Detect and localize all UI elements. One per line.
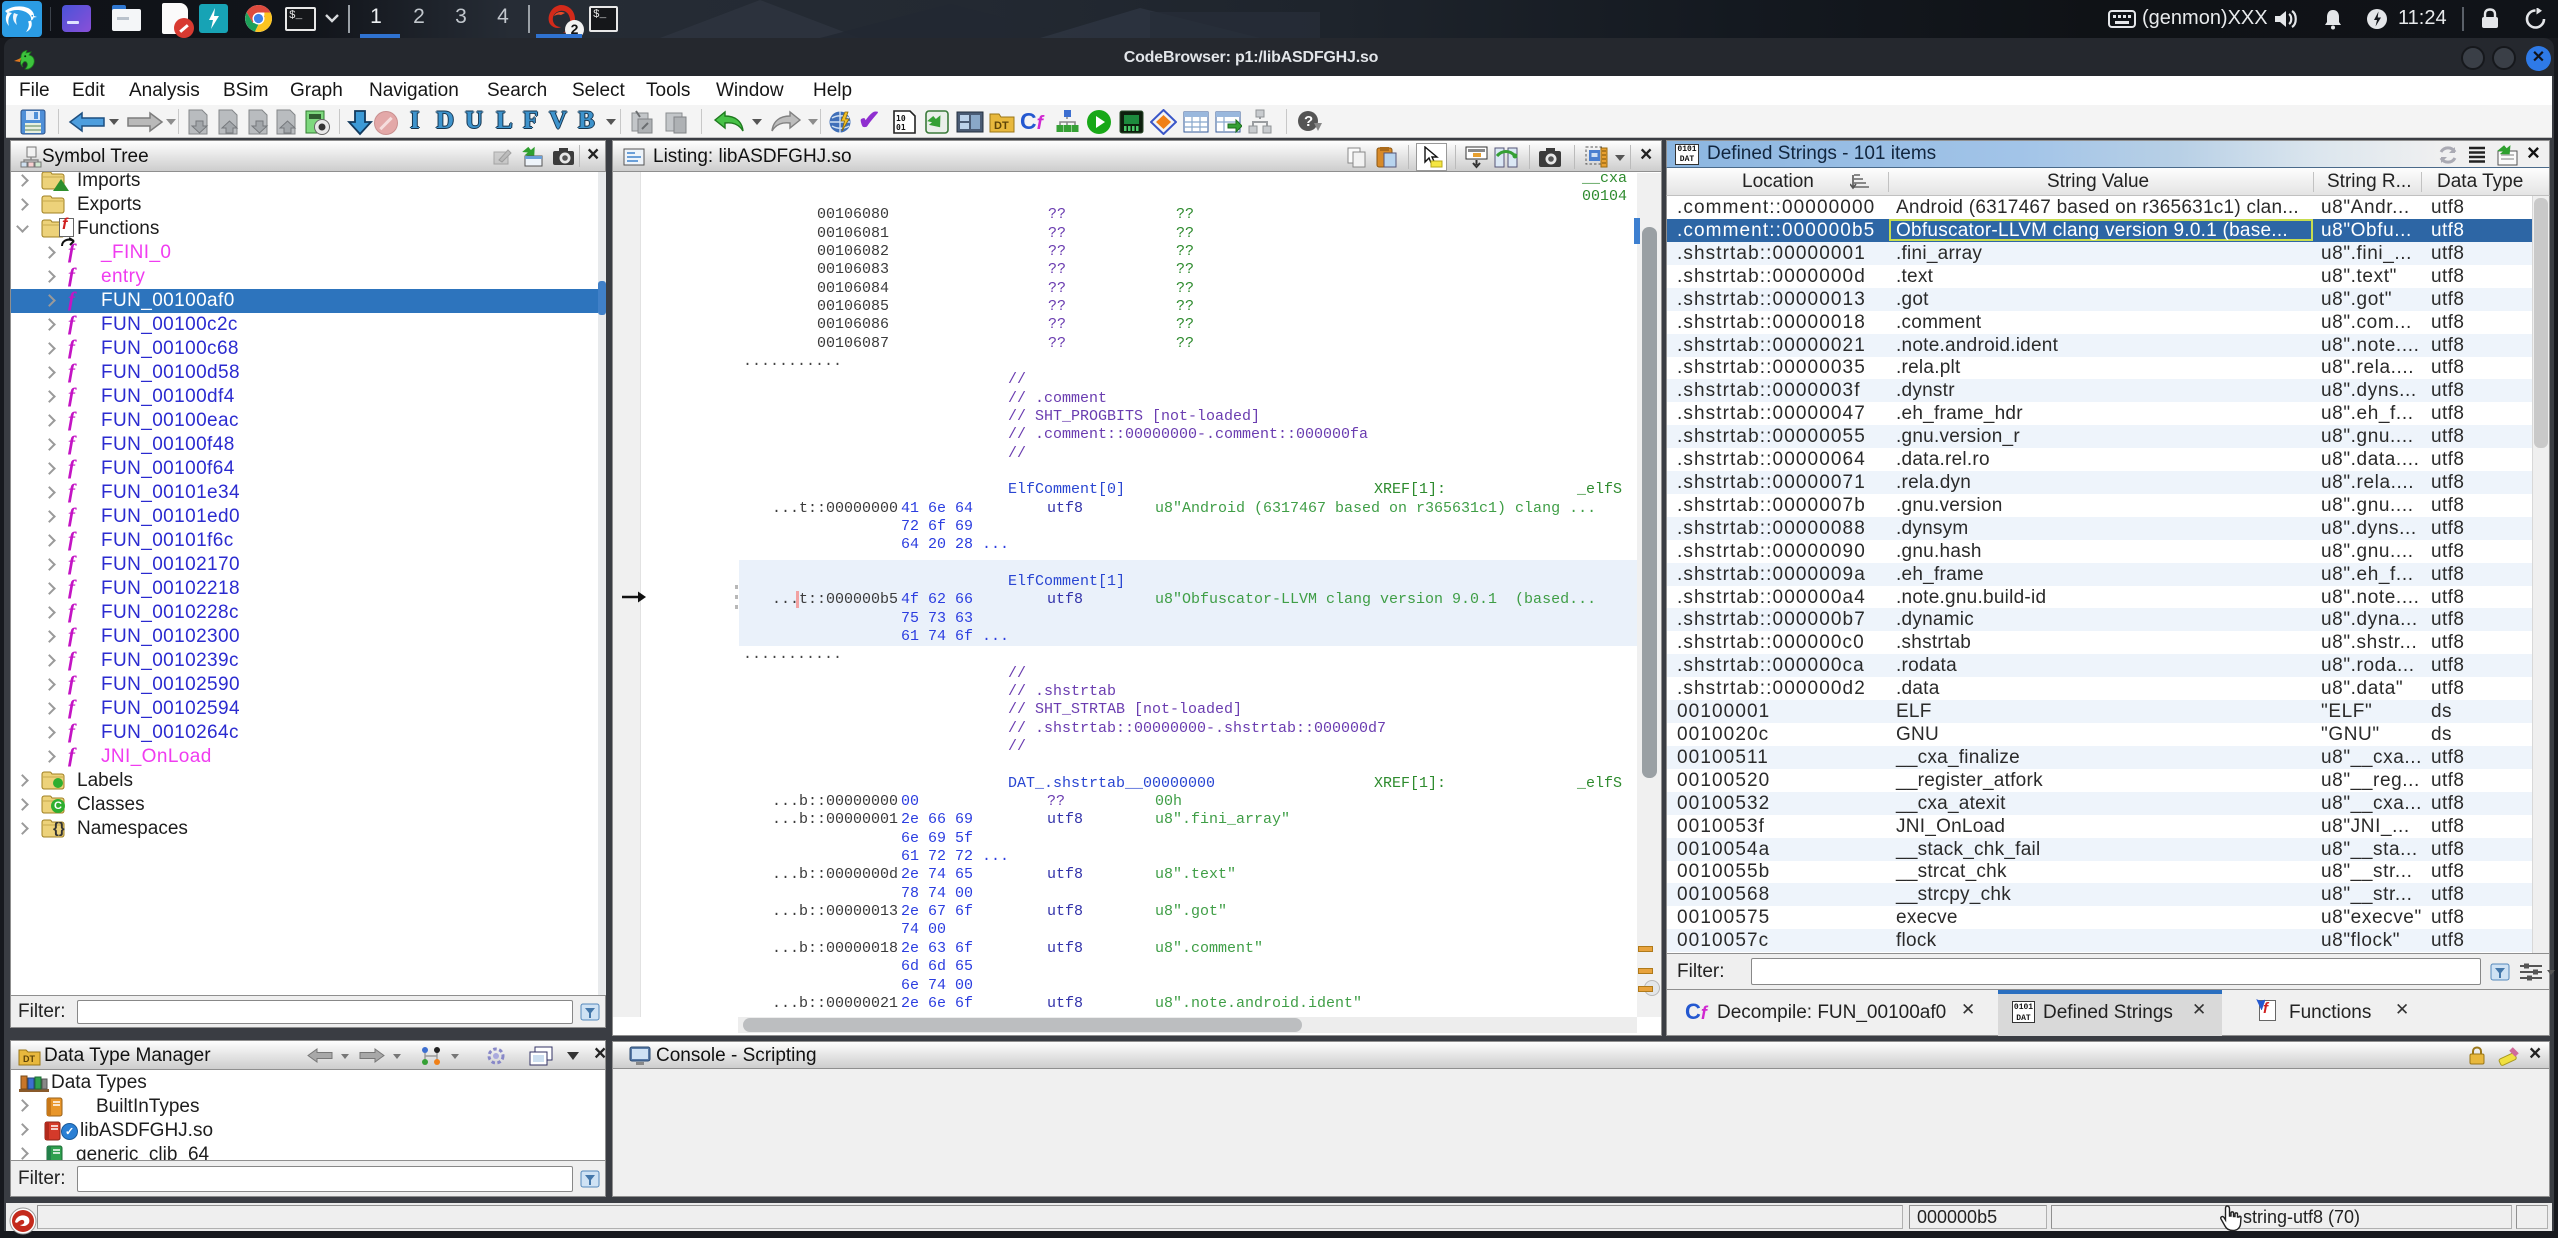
svg-text:10: 10: [896, 114, 906, 123]
svg-text:DT: DT: [23, 1054, 35, 1064]
svg-text:01: 01: [896, 123, 906, 132]
svg-text:?: ?: [1304, 113, 1313, 130]
svg-text:DT: DT: [994, 120, 1009, 132]
